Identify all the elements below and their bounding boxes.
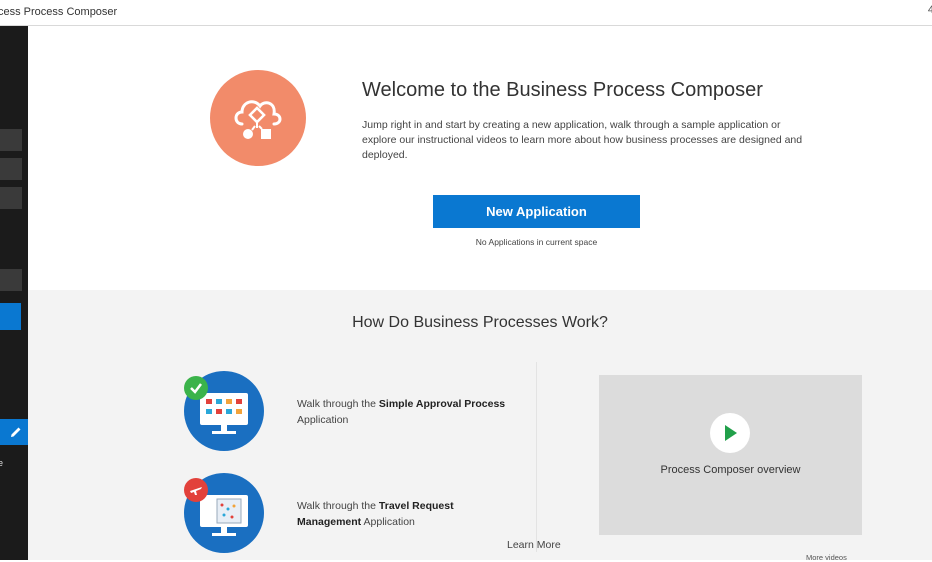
more-videos-link[interactable]: More videos bbox=[806, 553, 847, 562]
how-section: How Do Business Processes Work? Walk thr… bbox=[28, 290, 932, 562]
sample-suffix: Application bbox=[361, 516, 415, 528]
sidebar-item[interactable] bbox=[0, 129, 22, 151]
title-bar: cess Process Composer 4 bbox=[0, 0, 932, 26]
check-badge bbox=[184, 376, 208, 400]
edit-button[interactable] bbox=[0, 419, 28, 445]
sidebar-item[interactable] bbox=[0, 269, 22, 291]
check-icon bbox=[190, 383, 202, 394]
play-icon bbox=[725, 425, 737, 441]
sidebar: e bbox=[0, 26, 28, 560]
window-edge-control[interactable]: 4 bbox=[928, 4, 932, 16]
welcome-section: Welcome to the Business Process Composer… bbox=[28, 26, 932, 290]
how-title: How Do Business Processes Work? bbox=[352, 314, 608, 331]
play-button[interactable] bbox=[710, 413, 750, 453]
airplane-badge bbox=[184, 478, 208, 502]
section-divider bbox=[536, 362, 537, 552]
sample-travel-request[interactable]: Walk through the Travel Request Manageme… bbox=[297, 498, 517, 530]
sample-simple-approval[interactable]: Walk through the Simple Approval Process… bbox=[297, 396, 517, 428]
sidebar-item[interactable] bbox=[0, 187, 22, 209]
pencil-icon bbox=[11, 427, 21, 437]
window-title: cess Process Composer bbox=[0, 6, 118, 18]
sample-name[interactable]: Simple Approval Process bbox=[379, 398, 505, 410]
welcome-title: Welcome to the Business Process Composer bbox=[362, 79, 763, 101]
sample-prefix: Walk through the bbox=[297, 398, 379, 410]
airplane-icon bbox=[190, 487, 202, 495]
welcome-description: Jump right in and start by creating a ne… bbox=[362, 119, 803, 161]
video-label: Process Composer overview bbox=[660, 464, 801, 476]
hero-illustration bbox=[210, 70, 306, 166]
cloud-shapes-icon bbox=[234, 100, 282, 139]
new-application-button[interactable]: New Application bbox=[433, 195, 640, 228]
sidebar-truncated-label: e bbox=[0, 458, 4, 468]
main-content: Welcome to the Business Process Composer… bbox=[28, 26, 932, 562]
no-applications-text: No Applications in current space bbox=[475, 237, 598, 247]
sidebar-item-active[interactable] bbox=[0, 303, 21, 330]
sidebar-item[interactable] bbox=[0, 158, 22, 180]
sample-suffix: Application bbox=[297, 414, 349, 426]
learn-more-link[interactable]: Learn More bbox=[507, 539, 561, 551]
sample-prefix: Walk through the bbox=[297, 500, 379, 512]
overview-video[interactable]: Process Composer overview bbox=[599, 375, 862, 535]
